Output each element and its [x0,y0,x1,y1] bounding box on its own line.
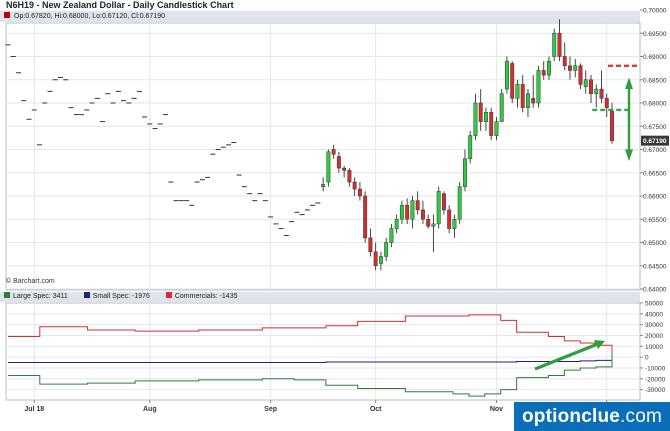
bearish-candle [373,251,378,267]
bearish-candle [336,156,341,169]
bearish-candle [447,209,452,229]
bullish-candle [431,223,436,227]
price-y-tick-label: 0.68000 [643,101,667,108]
cot-y-tick-label: 20000 [645,333,663,340]
cot-y-tick-label: -30000 [645,387,666,394]
price-y-tick-label: 0.67000 [643,147,667,154]
price-y-tick-label: 0.67500 [643,124,667,131]
bullish-candle [494,121,499,136]
x-tick-label: Aug [143,406,157,413]
bullish-candle [499,93,504,122]
legend-large-spec: Large Spec: 3411 [4,292,68,302]
bearish-candle [331,149,336,155]
bearish-candle [347,170,352,183]
bullish-candle [399,205,404,220]
x-tick-label: Nov [490,406,503,413]
bullish-candle [536,70,541,104]
bullish-candle [547,60,551,76]
bullish-candle [526,93,530,108]
price-y-tick-label: 0.65000 [643,240,667,247]
bearish-candle [489,112,494,136]
bearish-candle [541,70,546,76]
price-y-tick-label: 0.66000 [643,194,667,201]
bullish-candle [468,135,473,160]
bullish-candle [583,79,588,87]
cot-y-tick-label: 0 [645,355,649,362]
bullish-candle [462,158,467,187]
legend-small-spec: Small Spec: -1976 [83,292,150,302]
bullish-candle [384,242,389,257]
cot-y-tick-label: -10000 [645,365,666,372]
price-y-tick-label: 0.69000 [643,54,667,61]
bullish-candle [389,228,394,243]
x-tick-label: Sep [264,406,277,413]
bullish-candle [436,191,441,225]
price-y-tick-label: 0.66500 [643,170,667,177]
price-y-tick-label: 0.64500 [643,263,667,270]
barchart-credit: © Barchart.com [6,278,55,285]
x-tick-label: Oct [370,406,382,413]
bullish-candle [457,186,462,220]
legend-commercials: Commercials: -1435 [165,292,238,302]
cot-y-tick-label: 40000 [645,311,663,318]
bearish-candle [478,102,483,122]
bearish-candle [568,65,572,71]
cot-y-tick-label: 50000 [645,301,663,308]
cot-y-tick-label: 10000 [645,344,663,351]
bearish-candle [589,79,593,94]
brand-logo[interactable]: optionclue.com [514,402,670,431]
bullish-candle [378,256,383,264]
x-tick-label: Jul 18 [24,406,44,413]
bearish-candle [604,98,609,108]
bullish-candle [552,33,557,57]
bearish-candle [599,88,604,99]
bearish-candle [405,205,410,220]
bullish-candle [594,88,599,94]
bearish-candle [363,195,368,239]
cot-y-tick-label: 30000 [645,322,663,329]
bearish-candle [578,65,583,85]
price-y-tick-label: 0.64000 [643,287,667,294]
bearish-candle [352,181,357,190]
bearish-candle [510,63,515,99]
bullish-candle [515,84,520,99]
bullish-candle [410,200,415,220]
bullish-candle [394,219,399,229]
bearish-candle [557,33,562,57]
price-y-tick-label: 0.70000 [643,8,667,15]
bearish-candle [531,98,536,104]
bullish-candle [473,102,478,136]
price-y-tick-label: 0.68500 [643,77,667,84]
bearish-candle [610,111,614,141]
bearish-candle [420,209,425,220]
bearish-candle [357,188,362,197]
bullish-candle [573,65,578,71]
cot-plot-area [5,302,641,401]
bearish-candle [415,200,420,211]
bearish-candle [441,193,446,211]
bullish-candle [326,151,331,183]
last-price-label: 0.67190 [643,138,667,145]
price-y-tick-label: 0.69500 [643,31,667,38]
bullish-candle [452,219,457,229]
bearish-candle [562,56,567,67]
price-plot-area [5,22,641,291]
bearish-candle [426,219,431,227]
bullish-candle [505,60,509,90]
price-chart[interactable]: Jul 18AugSepOctNovDec0.700000.695000.690… [0,0,670,431]
cot-legend: Large Spec: 3411 Small Spec: -1976 Comme… [0,292,640,302]
cot-y-tick-label: -20000 [645,376,666,383]
bullish-candle [483,112,488,122]
price-y-tick-label: 0.65500 [643,217,667,224]
bullish-candle [321,184,326,187]
bearish-candle [368,237,373,253]
bearish-candle [520,84,525,108]
bearish-candle [342,167,347,171]
